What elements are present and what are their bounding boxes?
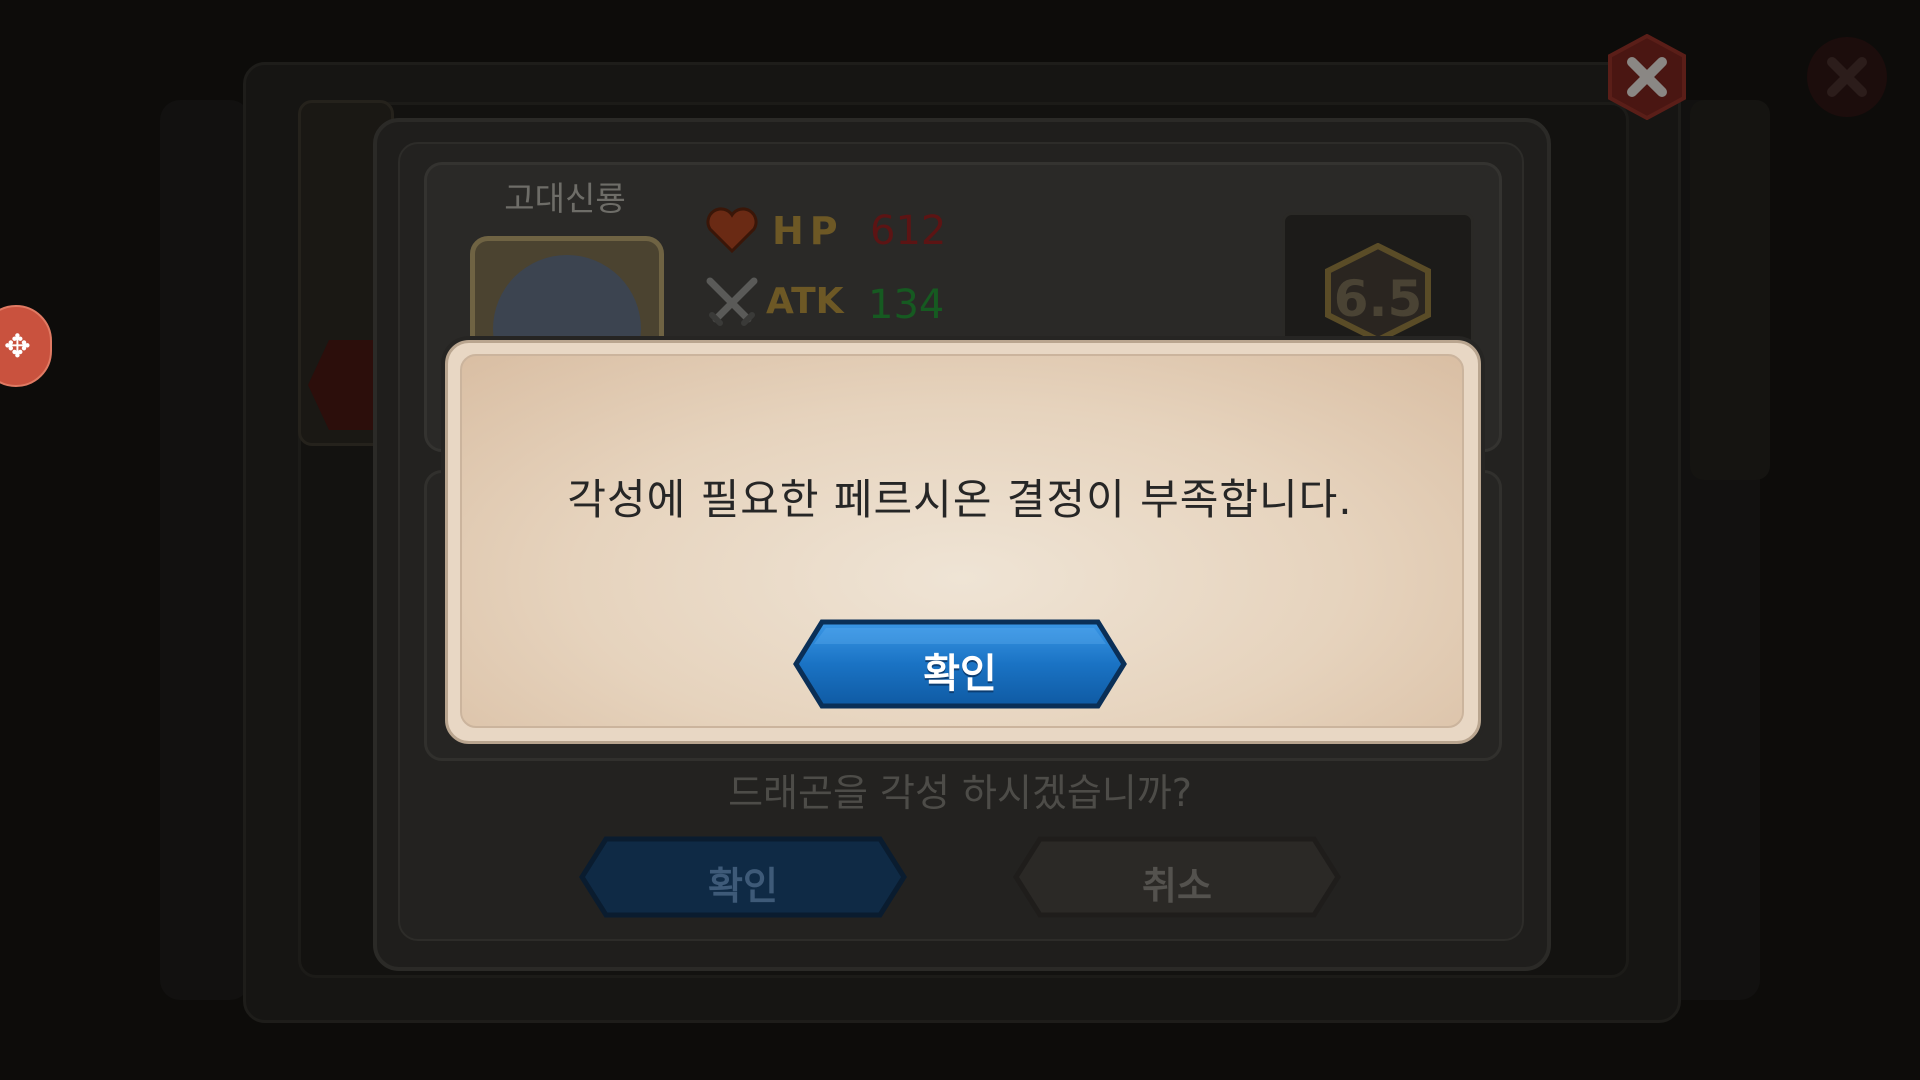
crossed-swords-icon: [706, 277, 758, 326]
background-cancel-label: 취소: [1142, 864, 1212, 908]
atk-value: 134: [868, 282, 945, 328]
dragon-name: 고대신룡: [504, 179, 626, 218]
close-icon: [1608, 34, 1686, 120]
alert-confirm-button[interactable]: 확인: [792, 618, 1128, 710]
floating-tool-button[interactable]: ✥: [0, 305, 52, 387]
heart-icon: [706, 207, 758, 253]
background-confirm-label: 확인: [708, 864, 778, 908]
alert-confirm-label: 확인: [923, 651, 997, 697]
hp-label: HP: [772, 209, 844, 253]
tool-icon: ✥: [4, 327, 31, 365]
background-cancel-button[interactable]: 취소: [1012, 835, 1342, 919]
awaken-question: 드래곤을 각성 하시겠습니까?: [728, 771, 1192, 815]
background-side-panel-left: [160, 100, 250, 1000]
atk-label: ATK: [766, 281, 844, 322]
grade-value: 6.5: [1333, 270, 1423, 328]
background-confirm-button[interactable]: 확인: [578, 835, 908, 919]
close-icon: [1807, 37, 1887, 117]
alert-message: 각성에 필요한 페르시온 결정이 부족합니다.: [567, 475, 1353, 524]
background-card-right: [1690, 100, 1770, 480]
hp-value: 612: [870, 208, 947, 254]
